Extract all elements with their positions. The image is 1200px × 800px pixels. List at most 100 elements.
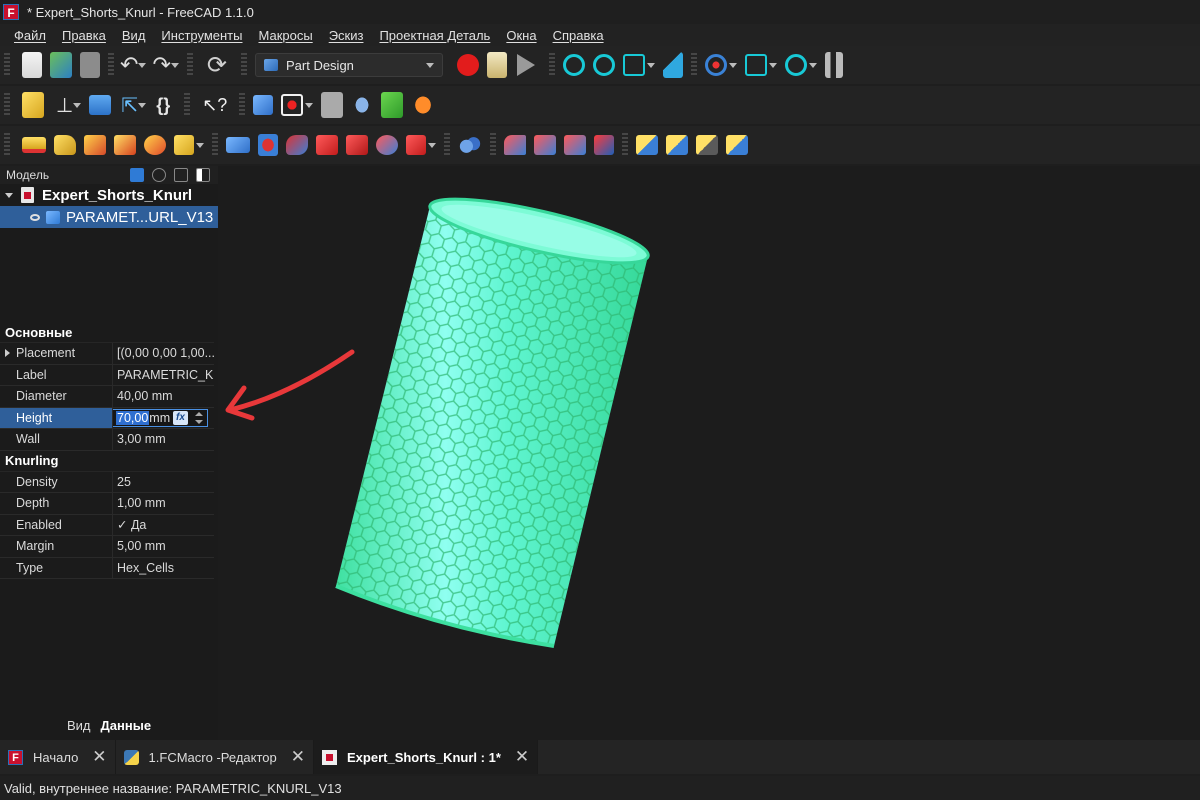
property-value[interactable]: 1,00 mm: [113, 493, 214, 514]
property-value[interactable]: 3,00 mm: [113, 429, 214, 450]
datum-dropdown-icon[interactable]: [73, 102, 82, 108]
datum-axis-icon[interactable]: ⊥: [56, 93, 73, 118]
property-row-depth[interactable]: Depth 1,00 mm: [0, 493, 214, 515]
tab-view[interactable]: Вид: [62, 716, 96, 738]
tab-start[interactable]: F Начало ✕: [0, 740, 116, 774]
eye-icon[interactable]: [130, 168, 144, 182]
menu-part-design[interactable]: Проектная Деталь: [371, 28, 498, 43]
property-row-placement[interactable]: Placement [(0,00 0,00 1,00...: [0, 343, 214, 365]
whats-this-icon[interactable]: ↖?: [202, 95, 227, 116]
expression-fx-button[interactable]: fx: [173, 410, 188, 425]
section-dropdown-icon[interactable]: [768, 62, 777, 68]
revolution-icon[interactable]: [54, 135, 76, 155]
refresh-icon[interactable]: ⟳: [207, 51, 227, 80]
shape-binder-icon[interactable]: [351, 92, 374, 118]
property-value[interactable]: Hex_Cells: [113, 558, 214, 579]
column-icon[interactable]: [196, 168, 210, 182]
property-row-margin[interactable]: Margin 5,00 mm: [0, 536, 214, 558]
menu-tools[interactable]: Инструменты: [153, 28, 250, 43]
chamfer-icon[interactable]: [534, 135, 556, 155]
draw-style-dropdown-icon[interactable]: [728, 62, 737, 68]
eye-icon[interactable]: [30, 213, 40, 221]
toolbar-grip[interactable]: [184, 93, 191, 117]
subshape-binder-icon[interactable]: [381, 92, 404, 118]
section-view-icon[interactable]: [744, 54, 767, 76]
link-icon[interactable]: ⇱: [121, 93, 138, 118]
redo-dropdown-icon[interactable]: [170, 62, 179, 68]
subtractive-helix-icon[interactable]: [376, 135, 398, 155]
thickness-icon[interactable]: [594, 135, 614, 155]
tab-data[interactable]: Данные: [95, 716, 157, 738]
gear-icon[interactable]: [152, 168, 166, 182]
toolbar-grip[interactable]: [212, 133, 218, 157]
tree-item-parametric-knurl[interactable]: PARAMET...URL_V13: [0, 206, 218, 228]
hole-icon[interactable]: [258, 134, 278, 156]
toolbar-grip[interactable]: [239, 93, 246, 117]
toolbar-grip[interactable]: [444, 133, 450, 157]
redo-icon[interactable]: ↷: [152, 52, 170, 78]
workbench-selector[interactable]: Part Design: [254, 53, 443, 77]
property-value[interactable]: 25: [113, 472, 214, 493]
additive-loft-icon[interactable]: [84, 135, 106, 155]
mirrored-icon[interactable]: [636, 135, 658, 155]
property-row-diameter[interactable]: Diameter 40,00 mm: [0, 386, 214, 408]
additive-primitive-dropdown-icon[interactable]: [196, 142, 204, 148]
tree-root-document[interactable]: Expert_Shorts_Knurl: [0, 184, 218, 206]
linear-pattern-icon[interactable]: [666, 135, 688, 155]
close-icon[interactable]: ✕: [92, 747, 106, 767]
toolbar-grip[interactable]: [240, 53, 247, 77]
property-group-knurling[interactable]: Knurling: [0, 451, 214, 472]
menu-edit[interactable]: Правка: [54, 28, 114, 43]
polar-pattern-icon[interactable]: [696, 135, 718, 155]
property-row-label[interactable]: Label PARAMETRIC_K...: [0, 364, 214, 386]
3d-viewport[interactable]: [218, 166, 1200, 740]
caliper-icon[interactable]: [824, 52, 843, 78]
draft-icon[interactable]: [564, 135, 586, 155]
property-value[interactable]: PARAMETRIC_K...: [113, 365, 214, 386]
spin-buttons[interactable]: [193, 411, 205, 425]
toolbar-grip[interactable]: [490, 133, 496, 157]
property-group-basic[interactable]: Основные: [0, 322, 214, 343]
view-dropdown-icon[interactable]: [646, 62, 655, 68]
run-macro-icon[interactable]: [516, 54, 535, 76]
new-document-icon[interactable]: [22, 52, 42, 78]
subtractive-pipe-icon[interactable]: [346, 135, 368, 155]
property-row-wall[interactable]: Wall 3,00 mm: [0, 429, 214, 451]
expression-icon[interactable]: {}: [156, 95, 170, 116]
menu-view[interactable]: Вид: [114, 28, 154, 43]
toolbar-grip[interactable]: [548, 53, 555, 77]
draw-style-icon[interactable]: [704, 54, 727, 76]
menu-windows[interactable]: Окна: [498, 28, 544, 43]
fit-selection-icon[interactable]: [592, 54, 615, 76]
select-view-icon[interactable]: [662, 52, 683, 78]
toolbar-grip[interactable]: [690, 53, 697, 77]
toolbar-grip[interactable]: [622, 133, 628, 157]
property-value[interactable]: 40,00 mm: [113, 386, 214, 407]
additive-pipe-icon[interactable]: [114, 135, 136, 155]
subtractive-loft-icon[interactable]: [316, 135, 338, 155]
fit-all-icon[interactable]: [562, 54, 585, 76]
pocket-icon[interactable]: [226, 137, 250, 153]
property-value[interactable]: ✓ Да: [113, 515, 214, 536]
menu-help[interactable]: Справка: [545, 28, 612, 43]
toolbar-grip[interactable]: [186, 53, 193, 77]
undo-icon[interactable]: ↶: [120, 52, 138, 78]
additive-primitive-icon[interactable]: [174, 135, 194, 155]
menu-sketch[interactable]: Эскиз: [321, 28, 372, 43]
collapse-icon[interactable]: [174, 168, 188, 182]
measure-dropdown-icon[interactable]: [808, 62, 817, 68]
boolean-icon[interactable]: [458, 132, 482, 158]
toolbar-grip[interactable]: [4, 93, 10, 117]
sketch-dropdown-icon[interactable]: [305, 102, 314, 108]
chevron-down-icon[interactable]: [5, 192, 13, 198]
sketch-icon[interactable]: [281, 94, 304, 116]
macro-editor-icon[interactable]: [486, 52, 507, 78]
part-icon[interactable]: [253, 95, 274, 115]
toolbar-grip[interactable]: [4, 53, 10, 77]
menu-macro[interactable]: Макросы: [250, 28, 320, 43]
groove-icon[interactable]: [286, 135, 308, 155]
property-row-height[interactable]: Height 70,00 mm fx: [0, 407, 214, 429]
tab-expert-shorts-knurl[interactable]: Expert_Shorts_Knurl : 1* ✕: [314, 740, 539, 774]
save-icon[interactable]: [80, 52, 100, 78]
property-value[interactable]: 5,00 mm: [113, 536, 214, 557]
